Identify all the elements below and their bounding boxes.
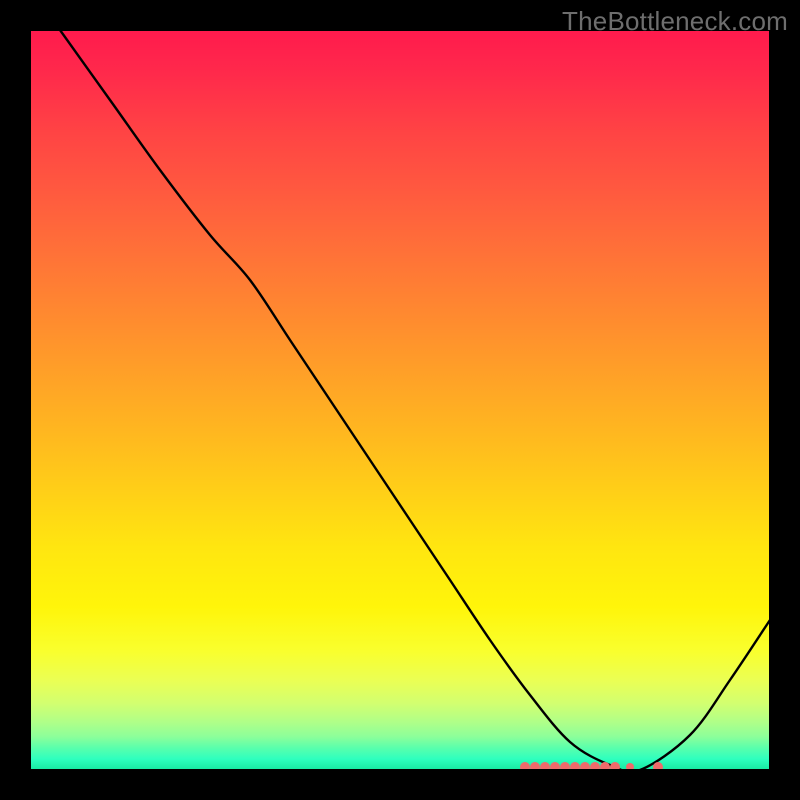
bottom-dot [610, 762, 620, 770]
bottom-dot [590, 762, 600, 770]
plot-area [30, 30, 770, 770]
bottom-dot [520, 762, 530, 770]
bottom-dot [570, 762, 580, 770]
bottom-dot [580, 762, 590, 770]
chart-frame: TheBottleneck.com [0, 0, 800, 800]
watermark-text: TheBottleneck.com [562, 6, 788, 37]
curve-layer [30, 30, 770, 770]
bottom-dot [530, 762, 540, 770]
bottom-dot [550, 762, 560, 770]
bottom-dot [560, 762, 570, 770]
bottom-dot [626, 763, 634, 770]
bottleneck-curve [60, 30, 770, 770]
bottom-dot [540, 762, 550, 770]
